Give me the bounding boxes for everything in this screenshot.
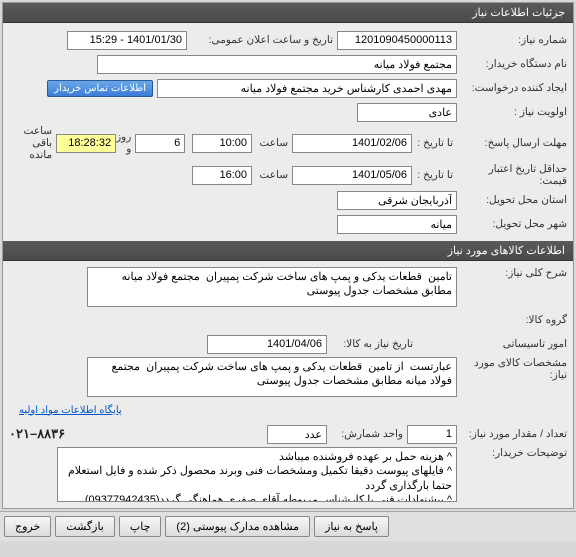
province-field[interactable] bbox=[337, 191, 457, 210]
print-button[interactable]: چاپ bbox=[119, 516, 162, 537]
announce-label: تاریخ و ساعت اعلان عمومی: bbox=[187, 34, 337, 46]
need-date-field[interactable] bbox=[207, 335, 327, 354]
buyer-field[interactable] bbox=[97, 55, 457, 74]
reply-deadline-label: مهلت ارسال پاسخ: bbox=[457, 137, 567, 149]
panel-title: جزئیات اطلاعات نیاز bbox=[472, 7, 565, 19]
city-label: شهر محل تحویل: bbox=[457, 218, 567, 230]
attachments-button[interactable]: مشاهده مدارک پیوستی (2) bbox=[165, 516, 310, 537]
reply-button[interactable]: پاسخ به نیاز bbox=[314, 516, 389, 537]
footer-bar: پاسخ به نیاز مشاهده مدارک پیوستی (2) چاپ… bbox=[0, 511, 576, 541]
price-valid-date-field[interactable] bbox=[292, 166, 412, 185]
qty-field[interactable] bbox=[407, 425, 457, 444]
group-label: گروه کالا: bbox=[457, 314, 567, 326]
need-details-panel: جزئیات اطلاعات نیاز شماره نیاز: تاریخ و … bbox=[2, 2, 574, 509]
need-date-label: تاریخ نیاز به کالا: bbox=[327, 338, 417, 350]
price-valid-time-field[interactable] bbox=[192, 166, 252, 185]
announce-field[interactable] bbox=[67, 31, 187, 50]
qty-label: تعداد / مقدار مورد نیاز: bbox=[457, 428, 567, 440]
requester-field[interactable] bbox=[157, 79, 457, 98]
priority-field[interactable] bbox=[357, 103, 457, 122]
panel-header: جزئیات اطلاعات نیاز bbox=[3, 3, 573, 23]
goods-body: شرح کلی نیاز: گروه کالا: امور تاسیساتی ت… bbox=[3, 261, 573, 508]
requester-label: ایجاد کننده درخواست: bbox=[457, 82, 567, 94]
establish-label: امور تاسیساتی bbox=[457, 338, 567, 350]
summary-label: شرح کلی نیاز: bbox=[457, 267, 567, 279]
countdown-field bbox=[56, 134, 116, 153]
spec-label: مشخصات کالای مورد نیاز: bbox=[457, 357, 567, 381]
goods-title: اطلاعات کالاهای مورد نیاز bbox=[448, 245, 565, 257]
reply-time-field[interactable] bbox=[192, 134, 252, 153]
province-label: استان محل تحویل: bbox=[457, 194, 567, 206]
exit-button[interactable]: خروج bbox=[4, 516, 51, 537]
priority-label: اولویت نیاز : bbox=[457, 106, 567, 118]
goods-header: اطلاعات کالاهای مورد نیاز bbox=[3, 241, 573, 261]
until-label-2: تا تاریخ : bbox=[412, 169, 457, 181]
spec-field[interactable] bbox=[87, 357, 457, 397]
info-body: شماره نیاز: تاریخ و ساعت اعلان عمومی: نا… bbox=[3, 23, 573, 241]
time-label-1: ساعت bbox=[252, 137, 292, 149]
until-label: تا تاریخ : bbox=[412, 137, 457, 149]
days-field[interactable] bbox=[135, 134, 185, 153]
notes-label: توضیحات خریدار: bbox=[457, 447, 567, 459]
remaining-label: ساعت باقی مانده bbox=[9, 125, 56, 161]
unit-label: واحد شمارش: bbox=[327, 428, 407, 440]
materials-db-link[interactable]: پایگاه اطلاعات مواد اولیه bbox=[19, 405, 122, 416]
need-no-field[interactable] bbox=[337, 31, 457, 50]
summary-field[interactable] bbox=[87, 267, 457, 307]
buyer-label: نام دستگاه خریدار: bbox=[457, 58, 567, 70]
reply-date-field[interactable] bbox=[292, 134, 412, 153]
phone-text: ۸۸۳۶–۰۲۱ bbox=[9, 426, 65, 442]
city-field[interactable] bbox=[337, 215, 457, 234]
price-valid-label: حداقل تاریخ اعتبار قیمت: bbox=[457, 163, 567, 187]
contact-button[interactable]: اطلاعات تماس خریدار bbox=[47, 80, 153, 97]
notes-field[interactable] bbox=[57, 447, 457, 502]
time-label-2: ساعت bbox=[252, 169, 292, 181]
need-no-label: شماره نیاز: bbox=[457, 34, 567, 46]
back-button[interactable]: بازگشت bbox=[55, 516, 115, 537]
days-label: روز و bbox=[116, 131, 135, 155]
unit-field[interactable] bbox=[267, 425, 327, 444]
